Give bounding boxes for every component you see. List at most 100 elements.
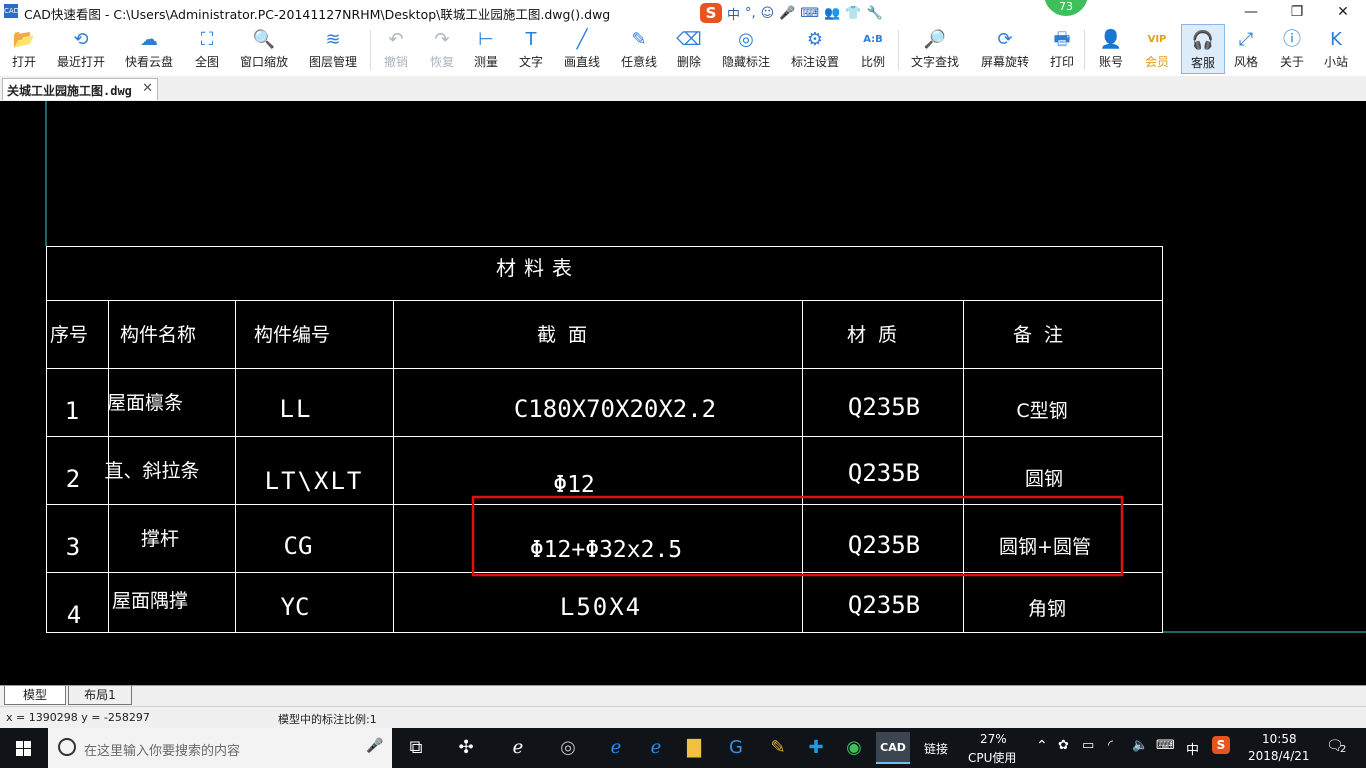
row3-material: Q235B: [848, 531, 920, 559]
ime-keyboard-icon[interactable]: ⌨: [800, 6, 819, 21]
360-icon[interactable]: ◉: [838, 732, 870, 764]
toolbar-rotate-button[interactable]: ⟳ 屏幕旋转: [976, 24, 1034, 74]
task-view-icon[interactable]: ⧉: [400, 732, 432, 764]
header-remark: 备 注: [1013, 324, 1063, 346]
browser-swirl-icon[interactable]: ◎: [552, 732, 584, 764]
network-icon[interactable]: ◜: [1108, 738, 1113, 753]
ime-skin-icon[interactable]: 👕: [845, 6, 861, 21]
toolbar-fullview-button[interactable]: ⛶ 全图: [188, 24, 226, 74]
taskbar-search[interactable]: 在这里输入你要搜索的内容 🎤: [48, 728, 392, 768]
sogou-tray-icon[interactable]: S: [1212, 736, 1230, 754]
notepad-icon[interactable]: ✎: [762, 732, 794, 764]
ime-voice-icon[interactable]: 🎤: [779, 6, 795, 21]
score-badge[interactable]: 73: [1044, 0, 1088, 16]
row3-code: CG: [284, 532, 313, 560]
restore-button[interactable]: ❐: [1274, 0, 1320, 24]
toolbar-print-button[interactable]: 🖶 打印: [1042, 24, 1082, 74]
printer-icon: 🖶: [1053, 29, 1071, 50]
file-explorer-icon[interactable]: ▇: [678, 732, 710, 764]
start-button[interactable]: [0, 728, 48, 768]
row3-seq: 3: [66, 533, 80, 561]
ime-punctuation-icon[interactable]: °,: [745, 6, 756, 21]
ie-blue-icon[interactable]: ℯ: [640, 732, 672, 764]
toolbar-label: 风格: [1233, 55, 1258, 69]
toolbar-separator: [1084, 30, 1085, 70]
toolbar-style-button[interactable]: ⤢ 风格: [1230, 24, 1262, 74]
ime-user-icon[interactable]: 👥: [824, 6, 840, 21]
rotate-screen-icon: ⟳: [997, 29, 1013, 50]
battery-icon[interactable]: ▭: [1082, 738, 1094, 753]
station-icon: K: [1330, 29, 1342, 50]
cad-app-icon[interactable]: CAD: [876, 732, 910, 764]
windows-logo-icon: [16, 741, 31, 756]
tray-app-icon[interactable]: ✿: [1058, 738, 1069, 753]
clock-date[interactable]: 2018/4/21: [1248, 749, 1310, 763]
main-toolbar: 📂 打开 ⟲ 最近打开 ☁ 快看云盘 ⛶ 全图 🔍 窗口缩放 ≋ 图层管理 ↶ 撤销 ↷ 恢复 ⊢ 测量 T 文字 ╱ 画…: [0, 24, 1366, 76]
toolbar-measure-button[interactable]: ⊢ 测量: [466, 24, 506, 74]
toolbar-text-button[interactable]: T 文字: [510, 24, 552, 74]
close-button[interactable]: ✕: [1320, 0, 1366, 24]
sogou-browser-icon[interactable]: G: [720, 732, 752, 764]
undo-icon: ↶: [388, 29, 404, 50]
toolbar-erase-button[interactable]: ⌫ 删除: [668, 24, 710, 74]
toolbar-layers-button[interactable]: ≋ 图层管理: [304, 24, 362, 74]
fan-app-icon[interactable]: ✣: [450, 732, 482, 764]
ie-icon[interactable]: ℯ: [502, 732, 534, 764]
close-tab-icon[interactable]: ✕: [142, 81, 153, 96]
toolbar-hide-button[interactable]: ◎ 隐藏标注: [718, 24, 774, 74]
ime-settings-icon[interactable]: 🔧: [867, 6, 883, 21]
toolbar-undo-button[interactable]: ↶ 撤销: [374, 24, 418, 74]
toolbar-label: 账号: [1098, 55, 1123, 69]
coordinate-readout: x = 1390298 y = -258297: [6, 711, 150, 724]
toolbar-label: 全图: [194, 55, 219, 69]
edge-icon[interactable]: ℯ: [600, 732, 632, 764]
toolbar-zoomwin-button[interactable]: 🔍 窗口缩放: [236, 24, 292, 74]
text-icon: T: [525, 29, 537, 50]
toolbar-recent-button[interactable]: ⟲ 最近打开: [54, 24, 108, 74]
ime-emoji-icon[interactable]: ☺: [761, 6, 775, 21]
show-hidden-icons[interactable]: ⌃: [1036, 738, 1048, 754]
toolbar-about-button[interactable]: ⓘ 关于: [1274, 24, 1310, 74]
drawing-canvas[interactable]: 材料表 序号 构件名称 构件编号 截 面 材 质 备 注 1 屋面檩条 LL C…: [0, 101, 1366, 685]
row4-code: YC: [281, 593, 310, 621]
input-lang-indicator[interactable]: 中: [1186, 739, 1199, 758]
row1-material: Q235B: [848, 393, 920, 421]
clock-time[interactable]: 10:58: [1262, 732, 1297, 746]
toolbar-ratio-button[interactable]: A:B 比例: [852, 24, 894, 74]
add-app-icon[interactable]: ✚: [800, 732, 832, 764]
microphone-icon[interactable]: 🎤: [366, 738, 383, 754]
toolbar-annot-button[interactable]: ⚙ 标注设置: [786, 24, 844, 74]
minimize-button[interactable]: —: [1228, 0, 1274, 24]
document-tab[interactable]: 关城工业园施工图.dwg ✕: [2, 78, 158, 100]
toolbar-open-button[interactable]: 📂 打开: [4, 24, 44, 74]
toolbar-label: 打开: [11, 55, 36, 69]
toolbar-redo-button[interactable]: ↷ 恢复: [420, 24, 464, 74]
tab-layout1[interactable]: 布局1: [68, 686, 132, 705]
line-icon: ╱: [576, 29, 588, 50]
toolbar-cloud-button[interactable]: ☁ 快看云盘: [122, 24, 176, 74]
drawing-svg: 材料表 序号 构件名称 构件编号 截 面 材 质 备 注 1 屋面檩条 LL C…: [45, 101, 1366, 633]
toolbar-account-button[interactable]: 👤 账号: [1090, 24, 1132, 74]
toolbar-findtext-button[interactable]: 🔎 文字查找: [906, 24, 964, 74]
row2-code: LT\XLT: [265, 467, 364, 495]
sogou-ime-icon[interactable]: S: [700, 3, 722, 23]
toolbar-separator: [898, 30, 899, 70]
row1-name: 屋面檩条: [107, 392, 183, 414]
volume-icon[interactable]: 🔈: [1132, 738, 1148, 753]
toolbar-service-button[interactable]: 🎧 客服: [1181, 24, 1225, 74]
toolbar-line-button[interactable]: ╱ 画直线: [558, 24, 606, 74]
cpu-label: CPU使用: [968, 751, 1017, 765]
toolbar-freeline-button[interactable]: ✎ 任意线: [614, 24, 664, 74]
link-label[interactable]: 链接: [924, 740, 948, 757]
row3-section: Φ12+Φ32x2.5: [530, 537, 682, 563]
header-code: 构件编号: [254, 324, 330, 346]
ime-chinese-mode[interactable]: 中: [727, 4, 740, 23]
annotation-scale-text: 模型中的标注比例:1: [278, 713, 377, 726]
toolbar-station-button[interactable]: K 小站: [1318, 24, 1354, 74]
toolbar-vip-button[interactable]: VIP 会员: [1136, 24, 1178, 74]
ime-toolbar[interactable]: S 中 °, ☺ 🎤 ⌨ 👥 👕 🔧: [700, 2, 883, 24]
tab-model[interactable]: 模型: [4, 686, 66, 705]
keyboard-icon[interactable]: ⌨: [1156, 738, 1175, 753]
row2-seq: 2: [66, 465, 80, 493]
eye-hide-icon: ◎: [738, 29, 754, 50]
